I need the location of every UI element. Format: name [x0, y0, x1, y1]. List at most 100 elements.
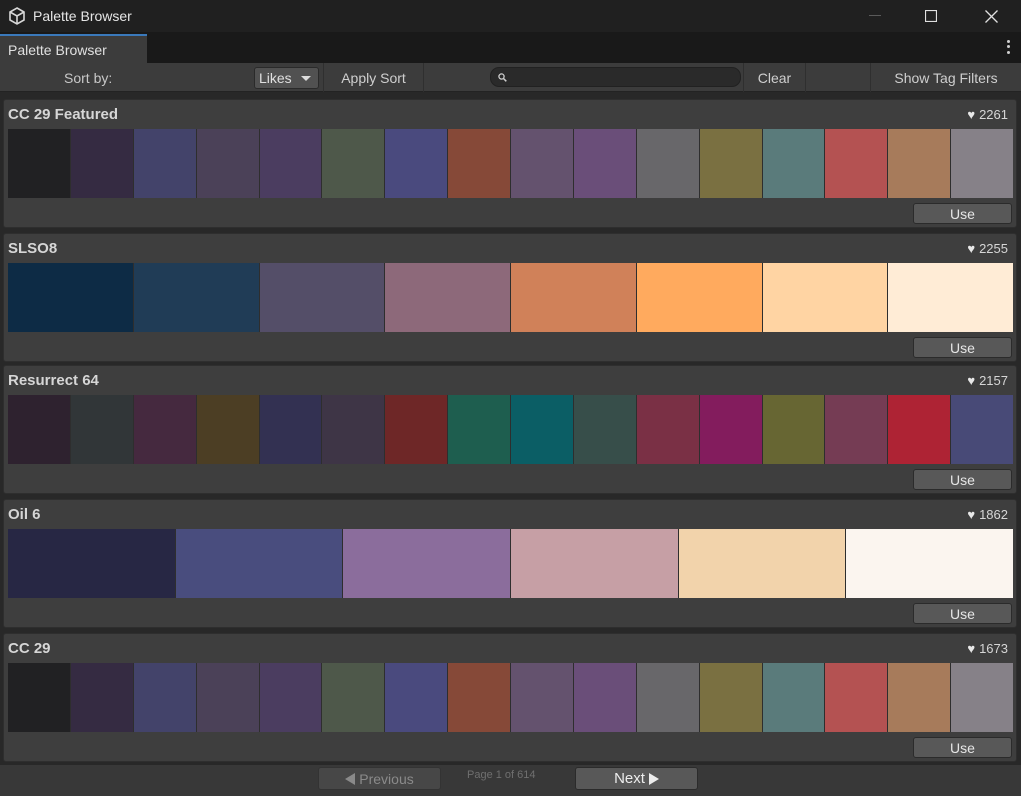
color-swatch	[133, 263, 260, 332]
color-swatch	[196, 129, 260, 198]
use-palette-button[interactable]: Use	[913, 603, 1012, 624]
likes-count: 2261	[979, 107, 1008, 122]
color-swatch	[448, 395, 511, 464]
more-options-icon[interactable]	[1005, 39, 1011, 55]
color-swatch	[385, 263, 511, 332]
palette-name: SLSO8	[8, 240, 58, 257]
palette-card: Oil 6 ♥ 1862 Use	[3, 499, 1017, 628]
color-swatch	[259, 395, 323, 464]
palette-likes: ♥ 1673	[967, 641, 1008, 656]
color-swatch	[636, 395, 700, 464]
previous-button[interactable]: Previous	[318, 767, 441, 790]
next-label: Next	[614, 770, 645, 787]
palette-name: CC 29 Featured	[8, 106, 119, 123]
color-swatch	[8, 663, 71, 732]
search-input[interactable]	[490, 67, 741, 87]
color-swatch	[511, 395, 574, 464]
tab-palette-browser[interactable]: Palette Browser	[0, 34, 147, 63]
arrow-right-icon	[648, 772, 659, 785]
heart-icon: ♥	[967, 373, 976, 388]
pagination-bar: Previous Page 1 of 614 Next	[0, 765, 1021, 796]
palette-swatches	[8, 129, 1013, 198]
color-swatch	[70, 663, 134, 732]
color-swatch	[8, 529, 176, 598]
color-swatch	[888, 663, 952, 732]
color-swatch	[762, 263, 889, 332]
minimize-button[interactable]	[852, 0, 898, 32]
color-swatch	[133, 663, 197, 732]
palette-card: Resurrect 64 ♥ 2157 Use	[3, 365, 1017, 494]
color-swatch	[259, 663, 323, 732]
previous-label: Previous	[359, 770, 414, 787]
minimize-icon	[869, 15, 881, 16]
close-button[interactable]	[968, 0, 1014, 32]
window-titlebar: Palette Browser	[0, 0, 1021, 32]
sort-dropdown[interactable]: Likes	[254, 67, 319, 89]
show-tag-filters-button[interactable]: Show Tag Filters	[870, 63, 1021, 92]
color-swatch	[385, 129, 449, 198]
color-swatch	[636, 263, 763, 332]
color-swatch	[573, 663, 637, 732]
arrow-left-icon	[345, 772, 356, 785]
page-info: Page 1 of 614	[467, 769, 536, 781]
color-swatch	[636, 663, 700, 732]
palette-likes: ♥ 1862	[967, 507, 1008, 522]
palette-swatches	[8, 395, 1013, 464]
color-swatch	[825, 663, 889, 732]
color-swatch	[511, 263, 637, 332]
palette-card: SLSO8 ♥ 2255 Use	[3, 233, 1017, 362]
color-swatch	[636, 129, 700, 198]
palette-name: Resurrect 64	[8, 372, 99, 389]
maximize-button[interactable]	[908, 0, 954, 32]
palette-likes: ♥ 2157	[967, 373, 1008, 388]
use-palette-button[interactable]: Use	[913, 737, 1012, 758]
palette-swatches	[8, 529, 1014, 598]
clear-button[interactable]: Clear	[743, 63, 806, 92]
color-swatch	[825, 395, 889, 464]
color-swatch	[511, 529, 679, 598]
color-swatch	[951, 395, 1013, 464]
color-swatch	[699, 129, 763, 198]
heart-icon: ♥	[967, 641, 976, 656]
color-swatch	[888, 263, 1013, 332]
likes-count: 2255	[979, 241, 1008, 256]
window-title: Palette Browser	[33, 8, 132, 24]
color-swatch	[951, 663, 1013, 732]
likes-count: 1673	[979, 641, 1008, 656]
color-swatch	[573, 395, 637, 464]
color-swatch	[385, 395, 449, 464]
palette-name: Oil 6	[8, 506, 41, 523]
unity-cube-icon	[9, 7, 25, 25]
use-palette-button[interactable]: Use	[913, 469, 1012, 490]
use-palette-button[interactable]: Use	[913, 337, 1012, 358]
color-swatch	[259, 263, 386, 332]
color-swatch	[678, 529, 847, 598]
use-palette-button[interactable]: Use	[913, 203, 1012, 224]
color-swatch	[322, 395, 386, 464]
color-swatch	[133, 395, 197, 464]
color-swatch	[8, 129, 71, 198]
color-swatch	[573, 129, 637, 198]
color-swatch	[8, 263, 134, 332]
color-swatch	[8, 395, 71, 464]
color-swatch	[762, 129, 826, 198]
color-swatch	[196, 663, 260, 732]
chevron-down-icon	[301, 76, 311, 81]
color-swatch	[259, 129, 323, 198]
palette-swatches	[8, 663, 1013, 732]
likes-count: 2157	[979, 373, 1008, 388]
color-swatch	[196, 395, 260, 464]
color-swatch	[825, 129, 889, 198]
color-swatch	[699, 663, 763, 732]
color-swatch	[762, 663, 826, 732]
palette-swatches	[8, 263, 1013, 332]
color-swatch	[322, 129, 386, 198]
palette-name: CC 29	[8, 640, 51, 657]
color-swatch	[385, 663, 449, 732]
next-button[interactable]: Next	[575, 767, 698, 790]
color-swatch	[322, 663, 386, 732]
apply-sort-button[interactable]: Apply Sort	[323, 63, 424, 92]
heart-icon: ♥	[967, 107, 976, 122]
color-swatch	[448, 663, 511, 732]
palette-likes: ♥ 2261	[967, 107, 1008, 122]
